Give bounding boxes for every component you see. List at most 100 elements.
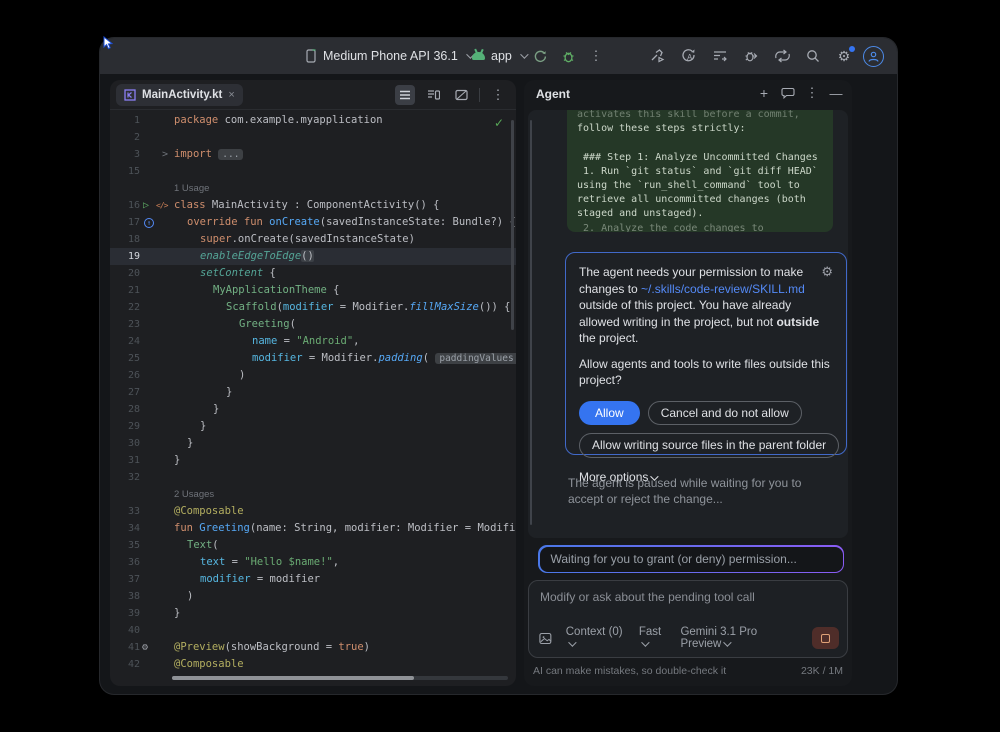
code-line: 2 <box>110 129 516 146</box>
line-number: 34 <box>110 520 140 537</box>
more-actions-icon[interactable]: ⋮ <box>584 44 608 68</box>
module-name: app <box>491 49 512 63</box>
line-number: 21 <box>110 282 140 299</box>
minimize-icon[interactable]: — <box>829 86 843 101</box>
line-number: 16 <box>110 197 140 214</box>
line-number: 32 <box>110 469 140 486</box>
fold-gutter-icon[interactable]: > <box>162 146 168 163</box>
line-number: 31 <box>110 452 140 469</box>
code-line: 34fun Greeting(name: String, modifier: M… <box>110 520 516 537</box>
line-number: 38 <box>110 588 140 605</box>
device-selector[interactable]: Medium Phone API 36.1 <box>305 38 472 74</box>
device-name: Medium Phone API 36.1 <box>323 49 458 63</box>
chat-history-icon[interactable] <box>781 87 795 99</box>
phone-device-icon <box>305 49 317 63</box>
line-number: 1 <box>110 112 140 129</box>
line-number: 2 <box>110 129 140 146</box>
code-line: 40 <box>110 622 516 639</box>
ovr-gutter-icon[interactable]: ↑ <box>144 218 154 228</box>
code-line: 27} <box>110 384 516 401</box>
gear-gutter-icon[interactable]: ⚙ <box>142 639 148 656</box>
line-number: 15 <box>110 163 140 180</box>
rerun-icon[interactable] <box>528 44 552 68</box>
permission-settings-icon[interactable]: ⚙ <box>821 264 833 281</box>
permission-card: ⚙ The agent needs your permission to mak… <box>565 252 847 455</box>
code-line: 38) <box>110 588 516 605</box>
code-area[interactable]: 1package com.example.myapplication23>imp… <box>110 112 516 672</box>
mouse-cursor <box>102 36 114 50</box>
agent-composer[interactable]: Modify or ask about the pending tool cal… <box>528 580 848 658</box>
agent-panel: Agent + ⋮ — activates this skill before … <box>524 80 852 686</box>
context-dropdown[interactable]: Context (0) <box>566 626 625 650</box>
stop-icon <box>821 634 830 643</box>
stop-button[interactable] <box>812 627 839 649</box>
editor-options-icon[interactable]: ⋮ <box>488 85 508 105</box>
attach-image-icon[interactable] <box>539 632 552 645</box>
account-avatar[interactable] <box>863 46 884 67</box>
split-editor-icon[interactable] <box>423 85 443 105</box>
code-line: 25modifier = Modifier.padding( paddingVa… <box>110 350 516 367</box>
code-line: 17↑override fun onCreate(savedInstanceSt… <box>110 214 516 231</box>
run-config-selector[interactable]: app <box>472 38 526 74</box>
code-line: 20setContent { <box>110 265 516 282</box>
allow-button[interactable]: Allow <box>579 401 640 426</box>
line-number: 42 <box>110 656 140 672</box>
build-run-icon[interactable] <box>646 44 670 68</box>
editor-vertical-scrollbar[interactable] <box>511 120 514 330</box>
line-number: 25 <box>110 350 140 367</box>
skill-code-block: activates this skill before a commit,fol… <box>567 110 833 232</box>
kotlin-file-icon <box>124 89 136 101</box>
code-line: 21MyApplicationTheme { <box>110 282 516 299</box>
editor-view-list-icon[interactable] <box>395 85 415 105</box>
allow-parent-folder-button[interactable]: Allow writing source files in the parent… <box>579 433 839 458</box>
agent-message-list[interactable]: activates this skill before a commit,fol… <box>528 110 848 538</box>
code-line: 23Greeting( <box>110 316 516 333</box>
line-number: 17 <box>110 214 140 231</box>
code-line: 33@Composable <box>110 503 516 520</box>
line-number: 26 <box>110 367 140 384</box>
line-number: 36 <box>110 554 140 571</box>
code-line: 24name = "Android", <box>110 333 516 350</box>
src-gutter-icon[interactable]: </> <box>156 197 167 214</box>
editor-horizontal-scrollbar[interactable] <box>172 676 508 680</box>
design-preview-icon[interactable] <box>451 85 471 105</box>
resume-lines-icon[interactable] <box>708 44 732 68</box>
code-line: 41⚙@Preview(showBackground = true) <box>110 639 516 656</box>
line-number: 28 <box>110 401 140 418</box>
speed-dropdown[interactable]: Fast <box>639 626 667 650</box>
search-icon[interactable] <box>801 44 825 68</box>
line-number: 33 <box>110 503 140 520</box>
skill-file-link[interactable]: ~/.skills/code-review/SKILL.md <box>641 282 805 296</box>
code-line: 39} <box>110 605 516 622</box>
line-number: 37 <box>110 571 140 588</box>
model-dropdown[interactable]: Gemini 3.1 Pro Preview <box>680 626 797 650</box>
line-number: 18 <box>110 231 140 248</box>
device-sync-icon[interactable] <box>770 44 794 68</box>
new-chat-icon[interactable]: + <box>757 85 771 101</box>
code-inlay-hint: 2 Usages <box>110 486 516 503</box>
attach-debugger-icon[interactable] <box>739 44 763 68</box>
waiting-permission-field[interactable]: Waiting for you to grant (or deny) permi… <box>538 545 844 573</box>
code-line: 3>import ... <box>110 146 516 163</box>
agent-scrollbar[interactable] <box>530 120 532 525</box>
agent-panel-title: Agent <box>536 87 570 101</box>
code-line: 29} <box>110 418 516 435</box>
agent-options-icon[interactable]: ⋮ <box>805 85 819 101</box>
tab-mainactivity[interactable]: MainActivity.kt × <box>116 84 243 106</box>
cancel-button[interactable]: Cancel and do not allow <box>648 401 802 426</box>
line-number: 24 <box>110 333 140 350</box>
run-gutter-icon[interactable]: ▷ <box>143 197 149 214</box>
settings-icon[interactable]: ⚙ <box>832 44 856 68</box>
line-number: 39 <box>110 605 140 622</box>
code-line: 30} <box>110 435 516 452</box>
tab-label: MainActivity.kt <box>142 89 222 101</box>
token-usage: 23K / 1M <box>801 665 843 677</box>
settings-notification-dot <box>849 46 855 52</box>
code-line: 32 <box>110 469 516 486</box>
permission-text: The agent needs your permission to make … <box>579 264 833 347</box>
code-line: 16▷</>class MainActivity : ComponentActi… <box>110 197 516 214</box>
tab-close-icon[interactable]: × <box>228 89 234 101</box>
apply-changes-icon[interactable]: A <box>677 44 701 68</box>
debug-icon[interactable] <box>556 44 580 68</box>
composer-placeholder: Modify or ask about the pending tool cal… <box>540 590 755 604</box>
